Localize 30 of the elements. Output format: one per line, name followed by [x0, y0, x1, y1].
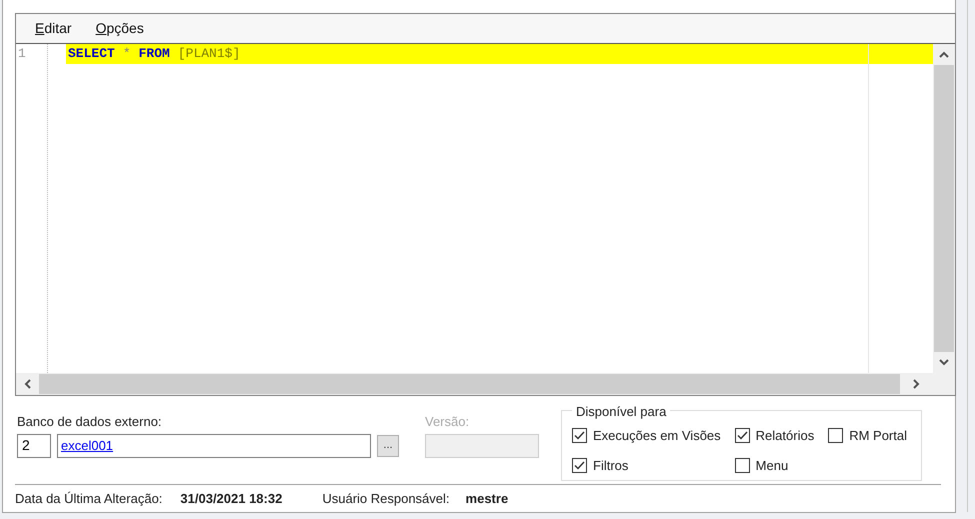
menu-item[interactable]: Editar	[35, 18, 72, 39]
checkbox-label: RM Portal	[849, 427, 907, 446]
checkbox-label: Menu	[756, 456, 788, 475]
checkbox[interactable]	[734, 428, 750, 444]
scrollbar-thumb[interactable]	[934, 65, 954, 352]
code-field[interactable]: 2	[17, 434, 51, 458]
database-field[interactable]: excel001	[57, 434, 371, 458]
vertical-scrollbar[interactable]	[933, 44, 955, 374]
database-link[interactable]: excel001	[61, 436, 114, 456]
line-number: 1	[17, 45, 27, 64]
menu-item[interactable]: Opções	[96, 18, 144, 39]
checkbox[interactable]	[828, 428, 844, 444]
user-label: Usuário Responsável:	[322, 490, 450, 508]
checkbox-label: Relatórios	[756, 427, 814, 446]
date-value: 31/03/2021 18:32	[180, 490, 282, 508]
browse-button[interactable]: ...	[377, 434, 399, 457]
check-icon	[574, 431, 585, 440]
checkbox-label: Execuções em Visões	[593, 427, 721, 446]
scrollbar-thumb[interactable]	[39, 374, 900, 394]
check-icon	[736, 431, 748, 440]
horizontal-scrollbar[interactable]	[16, 373, 955, 396]
date-label: Data da Última Alteração:	[15, 490, 162, 508]
field-label: Versão:	[425, 413, 470, 432]
field-label: Banco de dados externo:	[17, 413, 163, 432]
check-icon	[574, 460, 585, 470]
checkbox-label: Filtros	[593, 456, 628, 475]
checkbox[interactable]	[734, 458, 750, 473]
checkbox[interactable]	[572, 458, 587, 473]
checkbox[interactable]	[572, 428, 587, 444]
user-value: mestre	[466, 490, 508, 508]
